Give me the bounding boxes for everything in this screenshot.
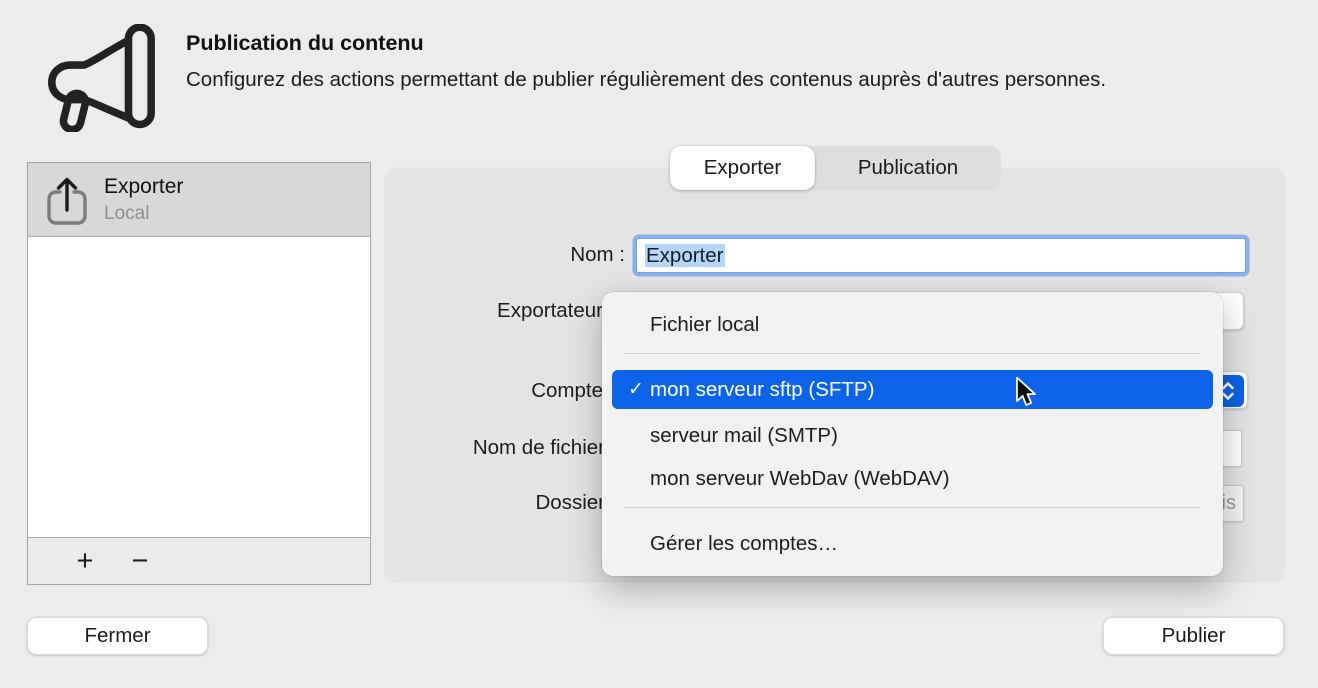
name-label: Nom : — [420, 243, 625, 267]
exporter-label: Exportateur — [380, 299, 603, 323]
menu-item-sftp[interactable]: ✓ mon serveur sftp (SFTP) — [612, 370, 1213, 409]
publish-button[interactable]: Publier — [1103, 617, 1284, 655]
mouse-cursor — [1012, 376, 1039, 408]
menu-separator — [624, 353, 1201, 354]
menu-item-manage-accounts[interactable]: Gérer les comptes… — [612, 524, 1213, 564]
menu-item-label: mon serveur sftp (SFTP) — [650, 378, 874, 401]
tab-bar: Exporter Publication — [670, 146, 1001, 190]
menu-item-webdav[interactable]: mon serveur WebDav (WebDAV) — [612, 459, 1213, 499]
list-item-title: Exporter — [104, 175, 183, 199]
account-dropdown-menu: Fichier local ✓ mon serveur sftp (SFTP) … — [602, 292, 1223, 576]
list-footer: + − — [28, 537, 370, 584]
add-button[interactable]: + — [63, 538, 107, 584]
close-button[interactable]: Fermer — [27, 617, 208, 655]
megaphone-icon — [34, 24, 156, 132]
list-item-subtitle: Local — [104, 203, 149, 225]
tab-publication[interactable]: Publication — [815, 146, 1001, 190]
folder-label: Dossier — [420, 491, 605, 515]
name-input[interactable]: Exporter — [636, 238, 1246, 273]
menu-item-smtp[interactable]: serveur mail (SMTP) — [612, 416, 1213, 456]
exporters-list: Exporter Local + − — [27, 162, 371, 585]
name-input-selected-text: Exporter — [645, 244, 725, 267]
page-title: Publication du contenu — [186, 31, 424, 56]
tab-exporter[interactable]: Exporter — [670, 146, 815, 190]
remove-button[interactable]: − — [118, 538, 162, 584]
page-description: Configurez des actions permettant de pub… — [186, 64, 1191, 95]
menu-item-fichier-local[interactable]: Fichier local — [612, 305, 1213, 345]
filename-label: Nom de fichier — [420, 436, 605, 460]
menu-separator — [624, 507, 1201, 508]
list-item-exporter[interactable]: Exporter Local — [28, 163, 370, 237]
account-label: Compte — [420, 379, 603, 403]
share-icon — [44, 175, 94, 227]
check-icon: ✓ — [622, 370, 650, 409]
